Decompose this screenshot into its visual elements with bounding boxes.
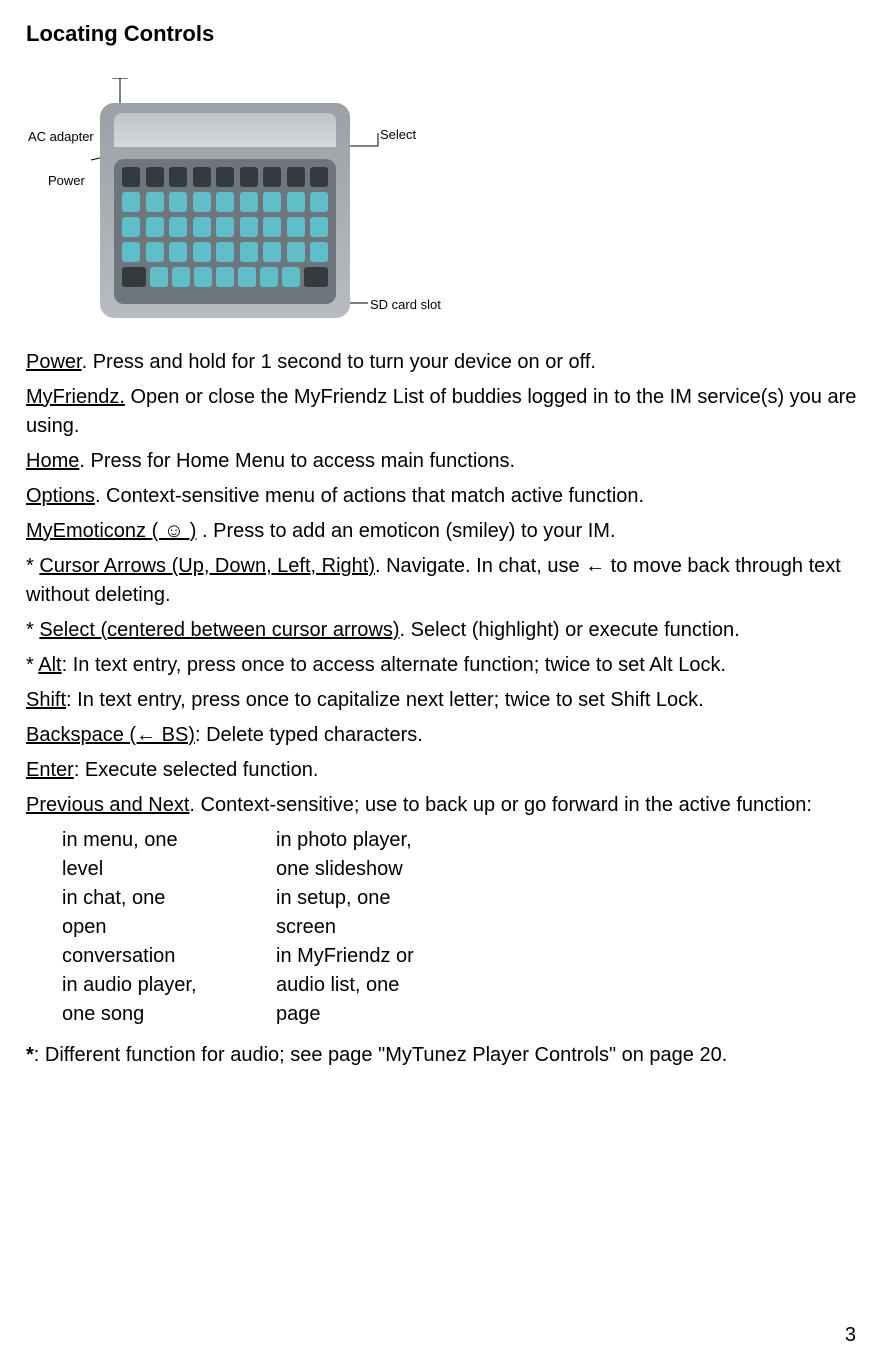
col-left-l3: in chat, one [62, 884, 262, 913]
term-enter: Enter [26, 759, 74, 781]
desc-power: . Press and hold for 1 second to turn yo… [82, 351, 596, 373]
desc-alt: : In text entry, press once to access al… [62, 654, 726, 676]
footnote-desc: : Different function for audio; see page… [34, 1044, 728, 1066]
entry-shift: Shift: In text entry, press once to capi… [26, 686, 870, 715]
term-myfriendz: MyFriendz. [26, 386, 125, 408]
term-select: Select (centered between cursor arrows) [39, 619, 399, 641]
col-right: in photo player, one slideshow in setup,… [276, 826, 476, 1029]
term-shift: Shift [26, 689, 66, 711]
device-illustration [100, 103, 350, 318]
col-left: in menu, one level in chat, one open con… [62, 826, 262, 1029]
col-left-l5: conversation [62, 942, 262, 971]
entry-alt: * Alt: In text entry, press once to acce… [26, 651, 870, 680]
callout-select: Select [380, 126, 416, 145]
term-power: Power [26, 351, 82, 373]
col-left-l2: level [62, 855, 262, 884]
col-left-l1: in menu, one [62, 826, 262, 855]
col-right-r2: one slideshow [276, 855, 476, 884]
callout-ac-adapter: AC adapter [28, 128, 94, 147]
entry-select: * Select (centered between cursor arrows… [26, 616, 870, 645]
col-left-l7: one song [62, 1000, 262, 1029]
entry-backspace: Backspace (← BS): Delete typed character… [26, 721, 870, 750]
term-home: Home [26, 450, 79, 472]
col-left-l6: in audio player, [62, 971, 262, 1000]
desc-myfriendz: Open or close the MyFriendz List of budd… [26, 386, 856, 437]
callout-sd-slot: SD card slot [370, 296, 441, 315]
prev-next-columns: in menu, one level in chat, one open con… [62, 826, 870, 1029]
footnote: *: Different function for audio; see pag… [26, 1041, 870, 1070]
desc-enter: : Execute selected function. [74, 759, 319, 781]
entry-home: Home. Press for Home Menu to access main… [26, 447, 870, 476]
term-backspace: Backspace (← BS) [26, 724, 195, 746]
col-right-r6: audio list, one [276, 971, 476, 1000]
entry-myfriendz: MyFriendz. Open or close the MyFriendz L… [26, 383, 870, 441]
device-diagram: AC adapter Power Select SD card slot [8, 78, 468, 338]
pre-select: * [26, 619, 39, 641]
col-right-r1: in photo player, [276, 826, 476, 855]
col-right-r3: in setup, one [276, 884, 476, 913]
desc-emoticonz: . Press to add an emoticon (smiley) to y… [196, 520, 615, 542]
col-right-r7: page [276, 1000, 476, 1029]
desc-options: . Context-sensitive menu of actions that… [95, 485, 644, 507]
desc-shift: : In text entry, press once to capitaliz… [66, 689, 704, 711]
desc-select: . Select (highlight) or execute function… [400, 619, 740, 641]
callout-power: Power [48, 172, 85, 191]
entry-options: Options. Context-sensitive menu of actio… [26, 482, 870, 511]
pre-alt: * [26, 654, 38, 676]
desc-home: . Press for Home Menu to access main fun… [79, 450, 515, 472]
term-options: Options [26, 485, 95, 507]
desc-prev-next: . Context-sensitive; use to back up or g… [189, 794, 812, 816]
col-right-r4: screen [276, 913, 476, 942]
entry-enter: Enter: Execute selected function. [26, 756, 870, 785]
desc-backspace: : Delete typed characters. [195, 724, 423, 746]
term-emoticonz: MyEmoticonz ( ☺ ) [26, 520, 196, 542]
term-alt: Alt [38, 654, 61, 676]
entry-emoticonz: MyEmoticonz ( ☺ ) . Press to add an emot… [26, 517, 870, 546]
term-prev-next: Previous and Next [26, 794, 189, 816]
entry-prev-next: Previous and Next. Context-sensitive; us… [26, 791, 870, 820]
term-cursor: Cursor Arrows (Up, Down, Left, Right) [39, 555, 375, 577]
col-left-l4: open [62, 913, 262, 942]
entry-cursor: * Cursor Arrows (Up, Down, Left, Right).… [26, 552, 870, 610]
entry-power: Power. Press and hold for 1 second to tu… [26, 348, 870, 377]
footnote-star: * [26, 1044, 34, 1066]
pre-cursor: * [26, 555, 39, 577]
col-right-r5: in MyFriendz or [276, 942, 476, 971]
page-heading: Locating Controls [26, 18, 870, 50]
